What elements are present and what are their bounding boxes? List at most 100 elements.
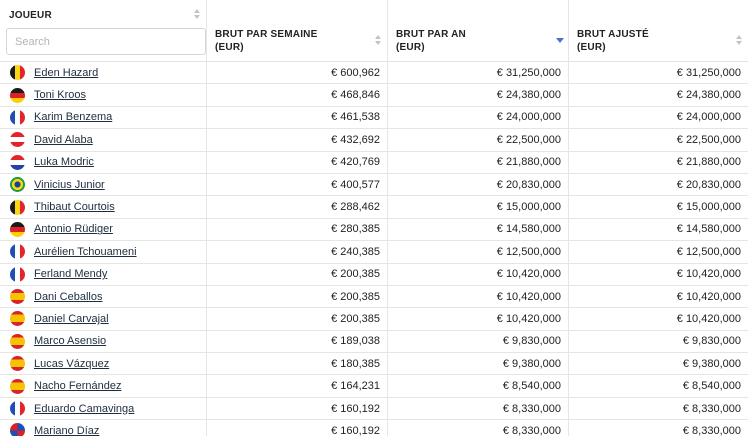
player-name-link[interactable]: Eden Hazard — [34, 67, 98, 79]
france-flag-icon — [10, 266, 25, 282]
player-cell: Dani Ceballos — [0, 285, 207, 308]
weekly-gross-cell: € 164,231 — [207, 375, 388, 397]
player-cell: Nacho Fernández — [0, 375, 207, 397]
yearly-gross-cell: € 24,380,000 — [388, 84, 569, 106]
player-name-link[interactable]: David Alaba — [34, 134, 93, 146]
header-weekly-gross-label: BRUT PAR SEMAINE (EUR) — [215, 28, 317, 54]
player-cell: Lucas Vázquez — [0, 353, 207, 375]
player-name-link[interactable]: Vinicius Junior — [34, 179, 105, 191]
player-name-link[interactable]: Dani Ceballos — [34, 291, 102, 303]
player-cell: Daniel Carvajal — [0, 308, 207, 330]
table-row: Eduardo Camavinga € 160,192 € 8,330,000 € 8… — [0, 397, 748, 421]
header-adjusted-gross[interactable]: BRUT AJUSTÉ (EUR) — [569, 0, 748, 61]
weekly-gross-cell: € 400,577 — [207, 173, 388, 196]
table-row: Mariano Díaz € 160,192 € 8,330,000 € 8,330,… — [0, 420, 748, 436]
header-player[interactable]: JOUEUR — [0, 0, 207, 61]
adjusted-gross-cell: € 12,500,000 — [676, 245, 741, 258]
spain-flag-icon — [10, 289, 25, 305]
table-row: Ferland Mendy € 200,385 € 10,420,000 € 10,4… — [0, 263, 748, 286]
spain-flag-icon — [10, 311, 25, 327]
sort-icon-adjusted[interactable] — [736, 35, 744, 47]
table-row: Lucas Vázquez € 180,385 € 9,380,000 € 9,380… — [0, 353, 748, 376]
table-row: Toni Kroos € 468,846 € 24,380,000 € 24,380,… — [0, 84, 748, 107]
weekly-gross-cell: € 461,538 — [207, 106, 388, 129]
yearly-gross-cell: € 10,420,000 — [388, 285, 569, 308]
search-input[interactable] — [6, 28, 206, 55]
weekly-gross-cell: € 200,385 — [207, 308, 388, 330]
brazil-flag-icon — [10, 177, 25, 193]
player-name-link[interactable]: Mariano Díaz — [34, 425, 99, 436]
table-row: Aurélien Tchouameni € 240,385 € 12,500,000… — [0, 241, 748, 264]
player-name-link[interactable]: Karim Benzema — [34, 111, 112, 123]
player-name-link[interactable]: Aurélien Tchouameni — [34, 246, 137, 258]
header-weekly-gross[interactable]: BRUT PAR SEMAINE (EUR) — [207, 0, 388, 61]
table-row: Nacho Fernández € 164,231 € 8,540,000 € 8,5… — [0, 375, 748, 398]
sort-icon-player[interactable] — [194, 9, 202, 21]
yearly-gross-cell: € 21,880,000 — [388, 151, 569, 173]
player-name-link[interactable]: Nacho Fernández — [34, 380, 121, 392]
player-name-link[interactable]: Eduardo Camavinga — [34, 403, 134, 415]
table-row: Karim Benzema € 461,538 € 24,000,000 € 24,0… — [0, 106, 748, 130]
adjusted-gross-cell: € 21,880,000 — [676, 156, 741, 169]
header-adjusted-gross-unit: (EUR) — [577, 42, 606, 53]
belgium-flag-icon — [10, 199, 25, 215]
player-cell: Eden Hazard — [0, 62, 207, 84]
yearly-gross-cell: € 8,540,000 — [388, 375, 569, 397]
sort-desc-icon[interactable] — [556, 35, 564, 47]
yearly-gross-cell: € 14,580,000 — [388, 218, 569, 241]
header-adjusted-gross-title: BRUT AJUSTÉ — [577, 29, 649, 40]
weekly-gross-cell: € 600,962 — [207, 62, 388, 84]
adjusted-gross-cell: € 24,000,000 — [676, 111, 741, 124]
table-row: Dani Ceballos € 200,385 € 10,420,000 € 10,4… — [0, 285, 748, 309]
weekly-gross-cell: € 288,462 — [207, 196, 388, 218]
header-yearly-gross-label: BRUT PAR AN (EUR) — [396, 28, 466, 54]
adjusted-gross-cell: € 10,420,000 — [676, 268, 741, 281]
player-cell: Ferland Mendy — [0, 263, 207, 285]
player-cell: Eduardo Camavinga — [0, 397, 207, 420]
dominican-republic-flag-icon — [10, 423, 25, 436]
adjusted-gross-cell: € 22,500,000 — [676, 133, 741, 146]
player-cell: Thibaut Courtois — [0, 196, 207, 218]
spain-flag-icon — [10, 356, 25, 372]
germany-flag-icon — [10, 221, 25, 237]
table-row: David Alaba € 432,692 € 22,500,000 € 22,500… — [0, 129, 748, 152]
table-header: JOUEUR BRUT PAR SEMAINE (EUR) BRUT PAR A… — [0, 0, 748, 62]
player-name-link[interactable]: Ferland Mendy — [34, 268, 107, 280]
spain-flag-icon — [10, 378, 25, 394]
player-name-link[interactable]: Luka Modric — [34, 156, 94, 168]
header-adjusted-gross-label: BRUT AJUSTÉ (EUR) — [577, 28, 649, 54]
weekly-gross-cell: € 432,692 — [207, 129, 388, 151]
table-row: Daniel Carvajal € 200,385 € 10,420,000 € 10… — [0, 308, 748, 331]
table-row: Vinicius Junior € 400,577 € 20,830,000 € 20… — [0, 173, 748, 197]
table-row: Luka Modric € 420,769 € 21,880,000 € 21,880… — [0, 151, 748, 174]
croatia-flag-icon — [10, 154, 25, 170]
adjusted-gross-cell: € 8,540,000 — [682, 380, 741, 393]
weekly-gross-cell: € 280,385 — [207, 218, 388, 241]
player-cell: David Alaba — [0, 129, 207, 151]
sort-icon-weekly[interactable] — [375, 35, 383, 47]
player-name-link[interactable]: Lucas Vázquez — [34, 358, 109, 370]
france-flag-icon — [10, 244, 25, 260]
yearly-gross-cell: € 9,830,000 — [388, 330, 569, 353]
player-name-link[interactable]: Antonio Rüdiger — [34, 223, 113, 235]
header-yearly-gross[interactable]: BRUT PAR AN (EUR) — [388, 0, 569, 61]
header-weekly-gross-unit: (EUR) — [215, 42, 244, 53]
france-flag-icon — [10, 109, 25, 125]
player-cell: Antonio Rüdiger — [0, 218, 207, 241]
table-row: Antonio Rüdiger € 280,385 € 14,580,000 € 14… — [0, 218, 748, 242]
adjusted-gross-cell: € 10,420,000 — [676, 312, 741, 325]
player-name-link[interactable]: Toni Kroos — [34, 89, 86, 101]
header-yearly-gross-title: BRUT PAR AN — [396, 29, 466, 40]
yearly-gross-cell: € 20,830,000 — [388, 173, 569, 196]
yearly-gross-cell: € 15,000,000 — [388, 196, 569, 218]
player-name-link[interactable]: Marco Asensio — [34, 335, 106, 347]
header-weekly-gross-title: BRUT PAR SEMAINE — [215, 29, 318, 40]
adjusted-gross-cell: € 20,830,000 — [676, 178, 741, 191]
player-cell: Aurélien Tchouameni — [0, 241, 207, 263]
player-name-link[interactable]: Thibaut Courtois — [34, 201, 115, 213]
adjusted-gross-cell: € 14,580,000 — [676, 223, 741, 236]
france-flag-icon — [10, 401, 25, 417]
belgium-flag-icon — [10, 65, 25, 81]
player-name-link[interactable]: Daniel Carvajal — [34, 313, 109, 325]
player-cell: Vinicius Junior — [0, 173, 207, 196]
